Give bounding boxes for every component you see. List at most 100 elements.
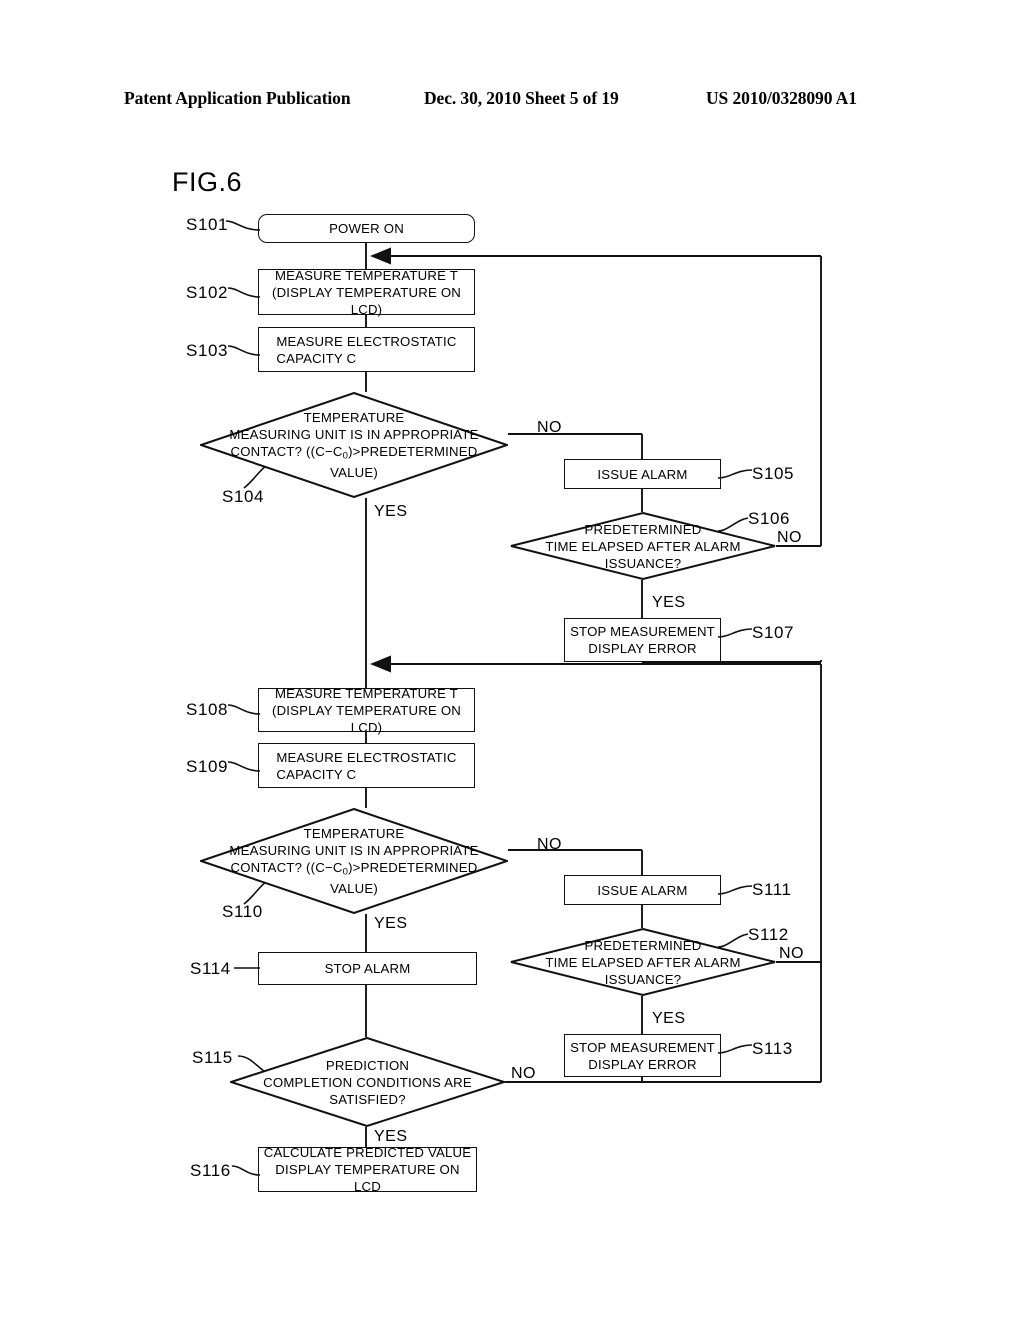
node-s112-line3: ISSUANCE? (604, 971, 682, 987)
flowchart-connectors (365, 242, 822, 1147)
step-label-s102: S102 (186, 283, 229, 302)
node-s110-line2: MEASURING UNIT IS IN APPROPRIATE (229, 842, 479, 858)
branch-s110-yes: YES (374, 915, 408, 932)
step-label-s105: S105 (752, 464, 795, 483)
node-s106-line1: PREDETERMINED (584, 521, 702, 537)
step-label-s111: S111 (752, 880, 792, 899)
node-s112-time-elapsed-check[interactable]: PREDETERMINED TIME ELAPSED AFTER ALARM I… (510, 928, 776, 996)
node-s110-line4: VALUE) (330, 881, 378, 897)
node-s110-line3a: CONTACT? ((C−C (230, 859, 343, 875)
node-s106-line3: ISSUANCE? (604, 555, 682, 571)
node-s105-label: ISSUE ALARM (597, 466, 688, 482)
step-label-s101: S101 (186, 215, 229, 234)
step-label-s113: S113 (752, 1039, 793, 1058)
node-s114-label: STOP ALARM (324, 961, 411, 976)
node-s115-label: PREDICTION COMPLETION CONDITIONS ARE SAT… (230, 1057, 505, 1108)
branch-s112-no: NO (779, 945, 804, 962)
node-s108-label: MEASURE TEMPERATURE T (DISPLAY TEMPERATU… (259, 685, 474, 736)
leader-s107 (718, 628, 753, 638)
node-s104-line3a: CONTACT? ((C−C (230, 443, 343, 459)
node-s103-measure-capacity[interactable]: MEASURE ELECTROSTATIC CAPACITY C (258, 327, 475, 372)
node-s104-label: TEMPERATURE MEASURING UNIT IS IN APPROPR… (200, 409, 508, 481)
node-s116-line1: CALCULATE PREDICTED VALUE (263, 1145, 472, 1160)
node-s104-line1: TEMPERATURE (303, 409, 405, 425)
node-s106-label: PREDETERMINED TIME ELAPSED AFTER ALARM I… (510, 521, 776, 572)
node-s102-line2: (DISPLAY TEMPERATURE ON LCD) (271, 284, 462, 317)
leader-s103 (228, 345, 261, 356)
node-s108-line1: MEASURE TEMPERATURE T (275, 685, 458, 701)
node-s111-issue-alarm[interactable]: ISSUE ALARM (564, 875, 721, 905)
node-s112-line2: TIME ELAPSED AFTER ALARM (545, 954, 741, 970)
leader-s114 (234, 967, 260, 969)
node-s115-line1: PREDICTION (325, 1057, 410, 1073)
node-s108-measure-temperature[interactable]: MEASURE TEMPERATURE T (DISPLAY TEMPERATU… (258, 686, 475, 735)
node-s109-measure-capacity[interactable]: MEASURE ELECTROSTATIC CAPACITY C (258, 743, 475, 788)
node-s113-line1: STOP MEASUREMENT (570, 1039, 715, 1055)
branch-s112-yes: YES (652, 1010, 686, 1027)
node-s102-line1: MEASURE TEMPERATURE T (275, 267, 458, 283)
node-s109-line1: MEASURE ELECTROSTATIC (276, 749, 457, 765)
node-s103-line1: MEASURE ELECTROSTATIC (276, 333, 457, 349)
node-s104-contact-check[interactable]: TEMPERATURE MEASURING UNIT IS IN APPROPR… (200, 392, 508, 498)
patent-page: Patent Application Publication Dec. 30, … (0, 0, 1024, 1320)
branch-s106-yes: YES (652, 594, 686, 611)
leader-s108 (228, 704, 261, 715)
node-s109-line2: CAPACITY C (276, 766, 357, 782)
node-s107-label: STOP MEASUREMENT DISPLAY ERROR (566, 623, 719, 657)
node-s104-line3b: )>PREDETERMINED (348, 443, 478, 459)
node-s106-time-elapsed-check[interactable]: PREDETERMINED TIME ELAPSED AFTER ALARM I… (510, 512, 776, 580)
branch-s106-no: NO (777, 529, 802, 546)
node-s101-power-on[interactable]: POWER ON (258, 214, 475, 243)
node-s105-issue-alarm[interactable]: ISSUE ALARM (564, 459, 721, 489)
leader-s105 (718, 469, 753, 479)
node-s106-line2: TIME ELAPSED AFTER ALARM (545, 538, 741, 554)
node-s114-stop-alarm[interactable]: STOP ALARM (258, 952, 477, 985)
node-s116-label: CALCULATE PREDICTED VALUE DISPLAY TEMPER… (259, 1144, 476, 1195)
node-s115-line2: COMPLETION CONDITIONS ARE (263, 1074, 472, 1090)
branch-s110-no: NO (537, 836, 562, 853)
node-s115-prediction-complete-check[interactable]: PREDICTION COMPLETION CONDITIONS ARE SAT… (230, 1037, 505, 1127)
node-s102-label: MEASURE TEMPERATURE T (DISPLAY TEMPERATU… (259, 267, 474, 318)
node-s113-stop-measurement[interactable]: STOP MEASUREMENT DISPLAY ERROR (564, 1034, 721, 1077)
step-label-s115: S115 (192, 1048, 233, 1067)
node-s107-line2: DISPLAY ERROR (588, 641, 697, 656)
step-label-s103: S103 (186, 341, 229, 360)
node-s110-label: TEMPERATURE MEASURING UNIT IS IN APPROPR… (200, 825, 508, 897)
step-label-s109: S109 (186, 757, 229, 776)
page-header: Patent Application Publication Dec. 30, … (0, 88, 1024, 116)
step-label-s107: S107 (752, 623, 795, 642)
branch-s115-no: NO (511, 1065, 536, 1082)
step-label-s108: S108 (186, 700, 229, 719)
branch-s104-yes: YES (374, 503, 408, 520)
node-s107-line1: STOP MEASUREMENT (570, 624, 715, 639)
node-s103-label: MEASURE ELECTROSTATIC CAPACITY C (272, 333, 460, 367)
figure-label: FIG.6 (172, 167, 243, 197)
node-s115-line3: SATISFIED? (329, 1091, 406, 1107)
leader-s116 (232, 1165, 261, 1176)
step-label-s116: S116 (190, 1161, 231, 1180)
step-label-s114: S114 (190, 959, 231, 978)
node-s110-line1: TEMPERATURE (303, 825, 405, 841)
leader-s102 (228, 287, 261, 298)
node-s103-line2: CAPACITY C (276, 350, 357, 366)
leader-s101 (226, 220, 261, 231)
node-s110-contact-check[interactable]: TEMPERATURE MEASURING UNIT IS IN APPROPR… (200, 808, 508, 914)
header-publication: Patent Application Publication (124, 88, 351, 108)
node-s116-line2: DISPLAY TEMPERATURE ON LCD (275, 1162, 460, 1194)
node-s113-label: STOP MEASUREMENT DISPLAY ERROR (566, 1039, 719, 1073)
leader-s111 (718, 885, 753, 895)
leader-s113 (718, 1044, 753, 1054)
node-s112-label: PREDETERMINED TIME ELAPSED AFTER ALARM I… (510, 937, 776, 988)
node-s107-stop-measurement[interactable]: STOP MEASUREMENT DISPLAY ERROR (564, 618, 721, 662)
branch-s104-no: NO (537, 419, 562, 436)
header-date-sheet: Dec. 30, 2010 Sheet 5 of 19 (424, 88, 619, 108)
node-s116-calculate-predicted-value[interactable]: CALCULATE PREDICTED VALUE DISPLAY TEMPER… (258, 1144, 477, 1195)
node-s110-line3b: )>PREDETERMINED (348, 859, 478, 875)
node-s109-label: MEASURE ELECTROSTATIC CAPACITY C (272, 749, 460, 783)
node-s108-line2: (DISPLAY TEMPERATURE ON LCD) (271, 702, 462, 735)
node-s102-measure-temperature[interactable]: MEASURE TEMPERATURE T (DISPLAY TEMPERATU… (258, 267, 475, 318)
header-patent-number: US 2010/0328090 A1 (706, 88, 857, 108)
node-s101-label: POWER ON (329, 221, 404, 236)
node-s111-label: ISSUE ALARM (597, 882, 688, 898)
node-s104-line4: VALUE) (330, 465, 378, 481)
